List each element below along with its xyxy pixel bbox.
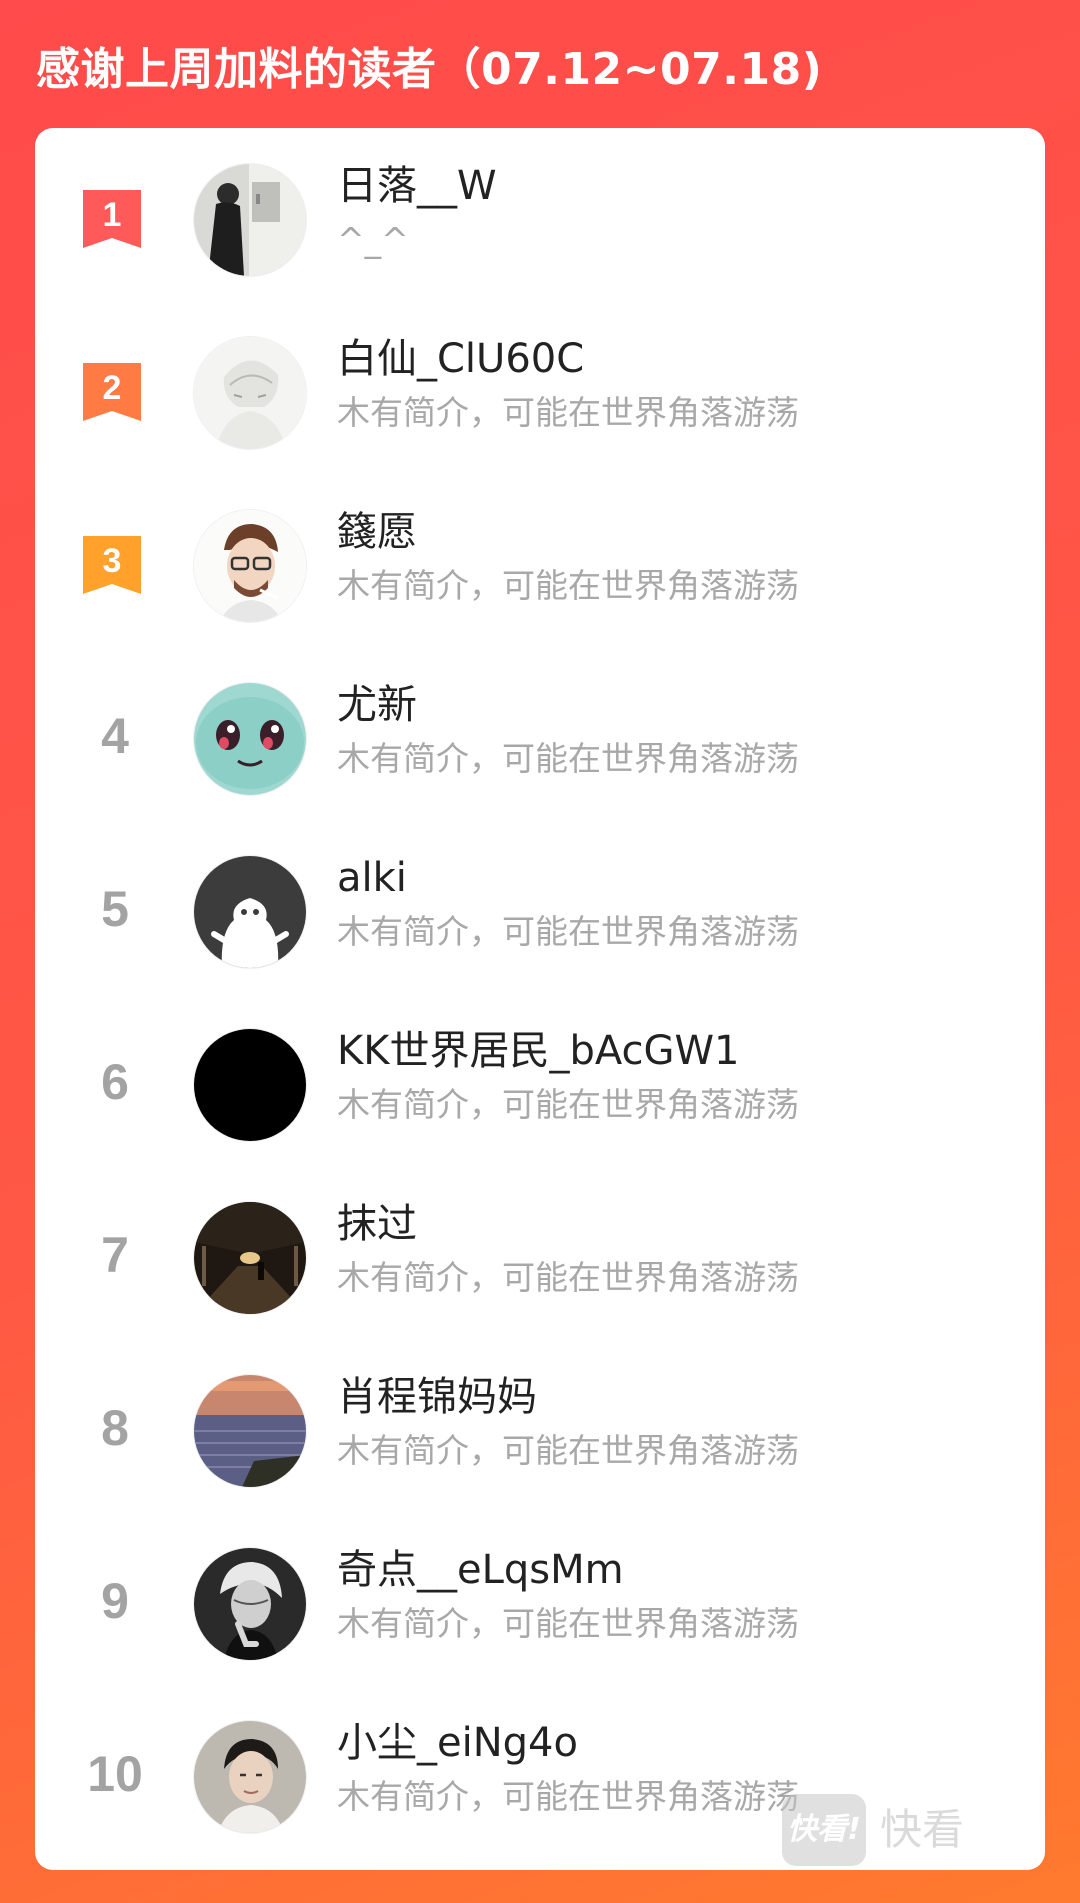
bookmark-icon: 3: [83, 536, 141, 594]
avatar[interactable]: [194, 1375, 306, 1487]
rank-badge: 2: [83, 363, 141, 421]
reader-bio: 木有简介，可能在世界角落游荡: [337, 1085, 799, 1124]
rank-number: 5: [101, 881, 129, 937]
avatar[interactable]: [194, 510, 306, 622]
avatar[interactable]: [194, 1548, 306, 1660]
reader-name: 肖程锦妈妈: [337, 1374, 537, 1420]
reader-bio: 木有简介，可能在世界角落游荡: [337, 1777, 799, 1816]
reader-name: 小尘_eiNg4o: [337, 1720, 578, 1766]
list-item[interactable]: 3 籛愿 木有简介，可能在世界角落游荡: [35, 474, 1045, 647]
bookmark-icon: 2: [83, 363, 141, 421]
avatar[interactable]: [194, 164, 306, 276]
rank-number: 7: [101, 1227, 129, 1283]
reader-bio: 木有简介，可能在世界角落游荡: [337, 739, 799, 778]
page-title: 感谢上周加料的读者（07.12~07.18): [36, 44, 823, 95]
reader-ranking-list: 1 日落__W ^_^ 2 白仙_ClU60C 木有简介，可能在世界角落游荡 3…: [35, 128, 1045, 1870]
reader-name: 尤新: [337, 682, 417, 728]
reader-bio: 木有简介，可能在世界角落游荡: [337, 912, 799, 951]
reader-bio: ^_^: [337, 220, 409, 259]
rank-badge: 1: [83, 190, 141, 248]
avatar[interactable]: [194, 1202, 306, 1314]
avatar[interactable]: [194, 683, 306, 795]
list-item[interactable]: 8 肖程锦妈妈 木有简介，可能在世界角落游荡: [35, 1339, 1045, 1512]
reader-name: 籛愿: [337, 509, 417, 555]
list-item[interactable]: 4 尤新 木有简介，可能在世界角落游荡: [35, 647, 1045, 820]
rank-number: 10: [87, 1746, 143, 1802]
rank-number: 1: [103, 196, 122, 234]
avatar[interactable]: [194, 1721, 306, 1833]
reader-name: 日落__W: [337, 163, 497, 209]
reader-name: alki: [337, 855, 407, 901]
reader-name: KK世界居民_bAcGW1: [337, 1028, 740, 1074]
avatar[interactable]: [194, 337, 306, 449]
rank-number: 2: [103, 369, 122, 407]
page: 感谢上周加料的读者（07.12~07.18) 1 日落__W ^_^ 2 白仙_…: [0, 0, 1080, 1903]
rank-number: 8: [101, 1400, 129, 1456]
reader-bio: 木有简介，可能在世界角落游荡: [337, 1258, 799, 1297]
rank-number: 4: [101, 708, 129, 764]
list-item[interactable]: 1 日落__W ^_^: [35, 128, 1045, 301]
bookmark-icon: 1: [83, 190, 141, 248]
reader-name: 奇点__eLqsMm: [337, 1547, 624, 1593]
reader-name: 抹过: [337, 1201, 417, 1247]
list-item[interactable]: 5 alki 木有简介，可能在世界角落游荡: [35, 820, 1045, 993]
watermark: 快看! 快看: [782, 1790, 982, 1870]
kuaikan-logo-icon: 快看!: [782, 1794, 866, 1866]
list-item[interactable]: 9 奇点__eLqsMm 木有简介，可能在世界角落游荡: [35, 1512, 1045, 1685]
avatar[interactable]: [194, 1029, 306, 1141]
list-item[interactable]: 6 KK世界居民_bAcGW1 木有简介，可能在世界角落游荡: [35, 993, 1045, 1166]
list-item[interactable]: 2 白仙_ClU60C 木有简介，可能在世界角落游荡: [35, 301, 1045, 474]
watermark-text: 快看: [880, 1805, 965, 1854]
list-item[interactable]: 7 抹过 木有简介，可能在世界角落游荡: [35, 1166, 1045, 1339]
avatar[interactable]: [194, 856, 306, 968]
rank-badge: 3: [83, 536, 141, 594]
reader-bio: 木有简介，可能在世界角落游荡: [337, 393, 799, 432]
reader-name: 白仙_ClU60C: [337, 336, 585, 382]
rank-number: 9: [101, 1573, 129, 1629]
reader-bio: 木有简介，可能在世界角落游荡: [337, 566, 799, 605]
rank-number: 3: [103, 542, 122, 580]
rank-number: 6: [101, 1054, 129, 1110]
reader-bio: 木有简介，可能在世界角落游荡: [337, 1431, 799, 1470]
reader-bio: 木有简介，可能在世界角落游荡: [337, 1604, 799, 1643]
